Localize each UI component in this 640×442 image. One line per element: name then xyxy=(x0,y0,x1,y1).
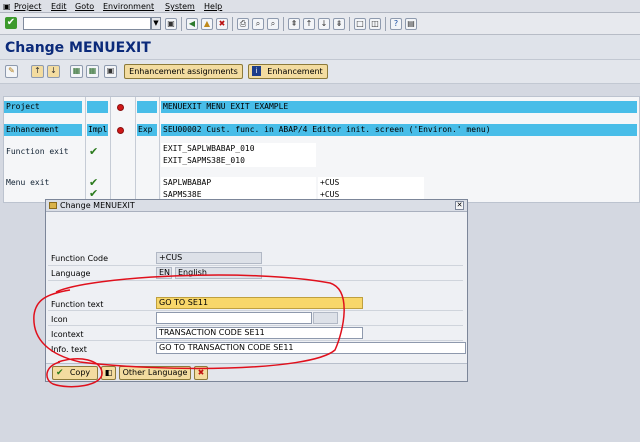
icon-value-help[interactable] xyxy=(313,312,338,324)
function-code-label: Function Code xyxy=(51,254,109,263)
change-menuexit-dialog: Change MENUEXIT ✕ Function Code +CUS Lan… xyxy=(45,199,468,382)
language-name-field: English xyxy=(175,267,262,279)
enhancement-assignments-button[interactable]: Enhancement assignments xyxy=(124,64,243,79)
info-icon: i xyxy=(252,66,261,76)
column-divider xyxy=(85,97,86,202)
system-menu-icon[interactable]: ▣ xyxy=(3,2,11,11)
command-dropdown-icon[interactable]: ▼ xyxy=(151,17,161,30)
row-divider xyxy=(48,280,463,281)
project-col-cell xyxy=(87,101,108,113)
project-label: Project xyxy=(4,101,82,113)
copy-button-label: Copy xyxy=(69,368,91,377)
dialog-title-bar: Change MENUEXIT ✕ xyxy=(46,200,467,212)
back-icon[interactable]: ◀ xyxy=(186,18,198,30)
menu-system[interactable]: System xyxy=(165,2,195,11)
function-code-field: +CUS xyxy=(156,252,262,264)
copy-button[interactable]: ✔ Copy xyxy=(52,366,98,380)
page-title: Change MENUEXIT xyxy=(5,40,151,56)
column-divider xyxy=(135,97,136,202)
activate-icon[interactable]: ↑ xyxy=(31,65,44,78)
dialog-icon xyxy=(49,202,57,209)
title-bar: Change MENUEXIT xyxy=(0,35,640,60)
menu-exit-label: Menu exit xyxy=(6,178,50,187)
last-page-icon[interactable]: ⇟ xyxy=(333,18,345,30)
menu-environment[interactable]: Environment xyxy=(103,2,154,11)
info-text-input[interactable]: GO TO TRANSACTION CODE SE11 xyxy=(156,342,466,354)
column-divider xyxy=(159,97,160,202)
active-check-icon: ✔ xyxy=(89,145,99,158)
first-page-icon[interactable]: ⇞ xyxy=(288,18,300,30)
active-check-icon: ✔ xyxy=(89,187,99,200)
menu-edit[interactable]: Edit xyxy=(51,2,67,11)
inactive-status-icon xyxy=(117,104,124,111)
function-exit-item[interactable]: EXIT_SAPMS38E_010 xyxy=(161,155,316,167)
where-used-icon[interactable]: ▣ xyxy=(104,65,117,78)
icontext-label: Icontext xyxy=(51,330,84,339)
enhancement-button[interactable]: i Enhancement xyxy=(248,64,328,79)
toolbar-separator xyxy=(283,17,284,31)
project-text[interactable]: MENUEXIT MENU EXIT EXAMPLE xyxy=(161,101,637,113)
toolbar-separator xyxy=(181,17,182,31)
dialog-title: Change MENUEXIT xyxy=(60,201,135,210)
cancel-icon[interactable]: ✖ xyxy=(194,366,208,380)
icon-label: Icon xyxy=(51,315,68,324)
inactive-status-icon xyxy=(117,127,124,134)
menu-help[interactable]: Help xyxy=(204,2,222,11)
components-grid: Project MENUEXIT MENU EXIT EXAMPLE Enhan… xyxy=(3,96,640,203)
translate-icon[interactable]: ◧ xyxy=(101,366,116,380)
enter-check-icon[interactable]: ✔ xyxy=(5,17,17,29)
standard-toolbar: ✔ ▼ ▣ ◀ ▲ ✖ ⎙ ⌕ ⌕ ⇞ ↑ ↓ ⇟ □ ◫ ? ▤ xyxy=(0,13,640,35)
enhancement-impl: Impl xyxy=(87,124,108,136)
function-exit-item[interactable]: EXIT_SAPLWBABAP_010 xyxy=(161,143,316,155)
icontext-input[interactable]: TRANSACTION CODE SE11 xyxy=(156,327,363,339)
row-divider xyxy=(48,265,463,266)
toolbar-separator xyxy=(232,17,233,31)
row-divider xyxy=(48,340,463,341)
enhancement-label: Enhancement xyxy=(4,124,82,136)
function-text-label: Function text xyxy=(51,300,104,309)
project-col-cell xyxy=(137,101,157,113)
toolbar-separator xyxy=(385,17,386,31)
other-language-button[interactable]: Other Language xyxy=(119,366,191,380)
next-page-icon[interactable]: ↓ xyxy=(318,18,330,30)
command-field[interactable] xyxy=(23,17,151,30)
create-session-icon[interactable]: □ xyxy=(354,18,366,30)
menu-project[interactable]: Project xyxy=(14,2,41,11)
language-code-field: EN xyxy=(156,267,172,279)
object-list-icon[interactable]: ▦ xyxy=(86,65,99,78)
shortcut-icon[interactable]: ◫ xyxy=(369,18,381,30)
function-exit-label: Function exit xyxy=(6,147,69,156)
menu-exit-code[interactable]: +CUS xyxy=(318,177,424,189)
help-icon[interactable]: ? xyxy=(390,18,402,30)
menu-exit-program[interactable]: SAPLWBABAP xyxy=(161,177,316,189)
column-divider xyxy=(110,97,111,202)
find-next-icon[interactable]: ⌕ xyxy=(267,18,279,30)
display-change-icon[interactable]: ✎ xyxy=(5,65,18,78)
dialog-button-bar: ✔ Copy ◧ Other Language ✖ xyxy=(46,363,467,381)
find-icon[interactable]: ⌕ xyxy=(252,18,264,30)
function-text-input[interactable]: GO TO SE11 xyxy=(156,297,363,309)
enhancement-button-label: Enhancement xyxy=(267,67,323,76)
menu-bar: ▣ Project Edit Goto Environment System H… xyxy=(0,0,640,13)
enhancement-text[interactable]: SEU00002 Cust. func. in ABAP/4 Editor in… xyxy=(161,124,637,136)
close-icon[interactable]: ✕ xyxy=(455,201,464,210)
exit-icon[interactable]: ▲ xyxy=(201,18,213,30)
info-text-label: Info. text xyxy=(51,345,87,354)
language-label: Language xyxy=(51,269,91,278)
cancel-icon[interactable]: ✖ xyxy=(216,18,228,30)
application-toolbar: ✎ ↑ ↓ ▦ ▦ ▣ Enhancement assignments i En… xyxy=(0,60,640,84)
other-object-icon[interactable]: ▦ xyxy=(70,65,83,78)
icon-input[interactable] xyxy=(156,312,312,324)
row-divider xyxy=(48,325,463,326)
menu-goto[interactable]: Goto xyxy=(75,2,94,11)
row-divider xyxy=(48,310,463,311)
save-icon[interactable]: ▣ xyxy=(165,18,177,30)
deactivate-icon[interactable]: ↓ xyxy=(47,65,60,78)
previous-page-icon[interactable]: ↑ xyxy=(303,18,315,30)
enhancement-exp: Exp xyxy=(137,124,157,136)
check-icon: ✔ xyxy=(56,368,64,378)
print-icon[interactable]: ⎙ xyxy=(237,18,249,30)
toolbar-separator xyxy=(349,17,350,31)
layout-menu-icon[interactable]: ▤ xyxy=(405,18,417,30)
